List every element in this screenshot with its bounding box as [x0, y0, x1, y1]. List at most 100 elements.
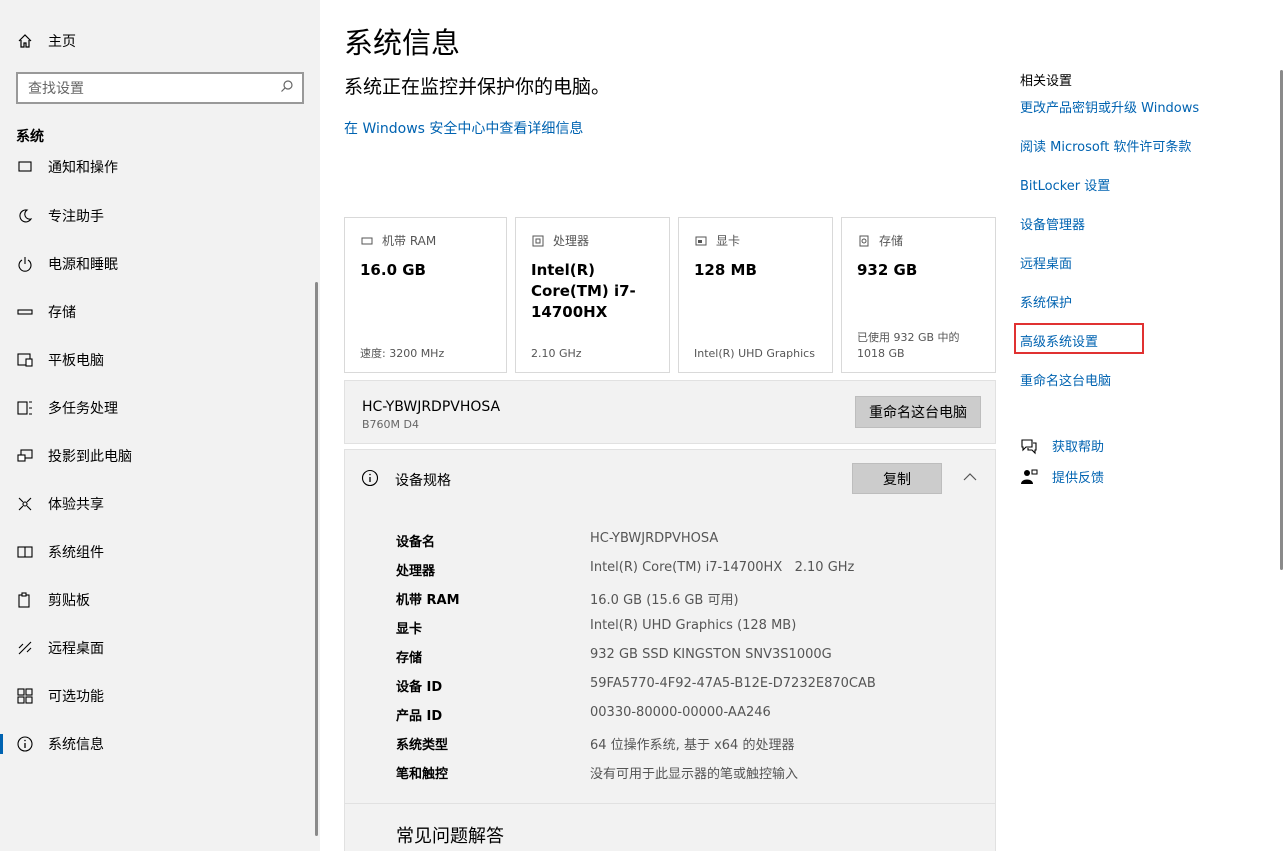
chevron-up-icon[interactable]: [962, 469, 978, 485]
device-specs-body: 设备名 HC-YBWJRDPVHOSA 处理器 Intel(R) Core(TM…: [344, 506, 996, 804]
card-label: 显卡: [716, 234, 741, 248]
sidebar-item-system-components[interactable]: 系统组件: [0, 528, 320, 576]
multitask-icon: [16, 399, 34, 417]
sidebar-item-label: 系统信息: [48, 737, 104, 753]
sidebar-item-label: 专注助手: [48, 209, 104, 225]
sidebar-item-label: 远程桌面: [48, 641, 104, 657]
related-settings-title: 相关设置: [1020, 74, 1073, 89]
sidebar-item-multitasking[interactable]: 多任务处理: [0, 384, 320, 432]
disk-icon: [857, 234, 871, 248]
gpu-card: 显卡 128 MB Intel(R) UHD Graphics: [678, 217, 833, 373]
ram-icon: [360, 234, 374, 248]
sidebar-item-label: 存储: [48, 305, 76, 321]
feedback-person-icon: [1020, 468, 1038, 486]
moon-icon: [16, 207, 34, 225]
sidebar-item-remote-desktop[interactable]: 远程桌面: [0, 624, 320, 672]
search-icon[interactable]: [280, 79, 294, 97]
sidebar-scrollbar[interactable]: [315, 282, 318, 836]
card-foot: Intel(R) UHD Graphics: [694, 347, 815, 360]
device-specs-header[interactable]: 设备规格 复制: [344, 449, 996, 507]
copy-button[interactable]: 复制: [852, 463, 942, 494]
project-icon: [16, 447, 34, 465]
spec-key: 处理器: [396, 564, 436, 579]
gpu-icon: [694, 234, 708, 248]
features-icon: [16, 687, 34, 705]
main-scrollbar[interactable]: [1280, 70, 1283, 570]
spec-key: 设备 ID: [396, 680, 443, 695]
sidebar-item-label: 投影到此电脑: [48, 449, 132, 465]
sidebar-item-label: 通知和操作: [48, 160, 118, 176]
sidebar-item-optional-features[interactable]: 可选功能: [0, 672, 320, 720]
card-foot: 2.10 GHz: [531, 347, 582, 360]
sidebar-item-shared-experiences[interactable]: 体验共享: [0, 480, 320, 528]
change-product-key-link[interactable]: 更改产品密钥或升级 Windows: [1020, 97, 1199, 116]
spec-key: 机带 RAM: [396, 593, 460, 608]
clipboard-icon: [16, 591, 34, 609]
home-link[interactable]: 主页: [16, 30, 76, 52]
feedback-link[interactable]: 提供反馈: [1020, 467, 1104, 486]
search-input[interactable]: 查找设置: [16, 72, 304, 104]
sidebar-item-about[interactable]: 系统信息: [0, 720, 320, 768]
spec-value: 932 GB SSD KINGSTON SNV3S1000G: [590, 647, 832, 662]
sidebar-item-focus-assist[interactable]: 专注助手: [0, 192, 320, 240]
spec-key: 显卡: [396, 622, 423, 637]
spec-key: 存储: [396, 651, 423, 666]
spec-value: HC-YBWJRDPVHOSA: [590, 531, 719, 546]
spec-value: 16.0 GB (15.6 GB 可用): [590, 593, 739, 608]
rename-pc-link[interactable]: 重命名这台电脑: [1020, 370, 1111, 389]
card-foot: 已使用 932 GB 中的 1018 GB: [857, 331, 960, 360]
sidebar-item-power[interactable]: 电源和睡眠: [0, 240, 320, 288]
card-label: 机带 RAM: [382, 234, 437, 248]
sidebar-item-clipboard[interactable]: 剪贴板: [0, 576, 320, 624]
card-foot: 速度: 3200 MHz: [360, 347, 445, 360]
spec-key: 系统类型: [396, 738, 449, 753]
get-help-label: 获取帮助: [1052, 440, 1105, 455]
remote-desktop-link[interactable]: 远程桌面: [1020, 253, 1072, 272]
spec-key: 产品 ID: [396, 709, 443, 724]
power-icon: [16, 255, 34, 273]
sidebar-item-label: 电源和睡眠: [48, 257, 118, 273]
device-manager-link[interactable]: 设备管理器: [1020, 214, 1085, 233]
device-name-bar: HC-YBWJRDPVHOSA B760M D4 重命名这台电脑: [344, 380, 996, 444]
faq-section: 常见问题解答: [344, 803, 996, 851]
notification-icon: [16, 158, 34, 176]
get-help-link[interactable]: 获取帮助: [1020, 436, 1104, 455]
tablet-icon: [16, 351, 34, 369]
protection-status: 系统正在监控并保护你的电脑。: [344, 76, 611, 98]
help-chat-icon: [1020, 437, 1038, 455]
faq-title: 常见问题解答: [396, 826, 504, 847]
rename-pc-button[interactable]: 重命名这台电脑: [855, 396, 981, 428]
sidebar-item-label: 剪贴板: [48, 593, 90, 609]
sidebar-item-notifications[interactable]: 通知和操作: [0, 150, 320, 191]
system-protection-link[interactable]: 系统保护: [1020, 292, 1072, 311]
security-center-link[interactable]: 在 Windows 安全中心中查看详细信息: [344, 118, 583, 138]
sidebar-item-project[interactable]: 投影到此电脑: [0, 432, 320, 480]
storage-icon: [16, 303, 34, 321]
spec-value: Intel(R) UHD Graphics (128 MB): [590, 618, 797, 633]
spec-value: 64 位操作系统, 基于 x64 的处理器: [590, 738, 795, 753]
info-icon: [361, 469, 379, 487]
spec-key: 设备名: [396, 535, 436, 550]
home-icon: [16, 32, 34, 50]
sidebar-item-label: 系统组件: [48, 545, 104, 561]
sidebar-item-label: 体验共享: [48, 497, 104, 513]
license-terms-link[interactable]: 阅读 Microsoft 软件许可条款: [1020, 136, 1191, 155]
spec-key: 笔和触控: [396, 767, 449, 782]
sidebar-item-label: 平板电脑: [48, 353, 104, 369]
spec-value: Intel(R) Core(TM) i7-14700HX 2.10 GHz: [590, 560, 855, 575]
card-value: Intel(R) Core(TM) i7-14700HX: [531, 261, 636, 321]
device-model: B760M D4: [362, 418, 419, 431]
cpu-card: 处理器 Intel(R) Core(TM) i7-14700HX 2.10 GH…: [515, 217, 670, 373]
ram-card: 机带 RAM 16.0 GB 速度: 3200 MHz: [344, 217, 507, 373]
sidebar-item-label: 多任务处理: [48, 401, 118, 417]
cpu-icon: [531, 234, 545, 248]
page-title: 系统信息: [344, 26, 461, 60]
sidebar-item-storage[interactable]: 存储: [0, 288, 320, 336]
bitlocker-link[interactable]: BitLocker 设置: [1020, 175, 1110, 194]
remote-icon: [16, 639, 34, 657]
sidebar-item-tablet[interactable]: 平板电脑: [0, 336, 320, 384]
search-placeholder: 查找设置: [28, 81, 84, 97]
components-icon: [16, 543, 34, 561]
card-value: 932 GB: [857, 261, 918, 279]
section-title: 系统: [16, 129, 44, 145]
